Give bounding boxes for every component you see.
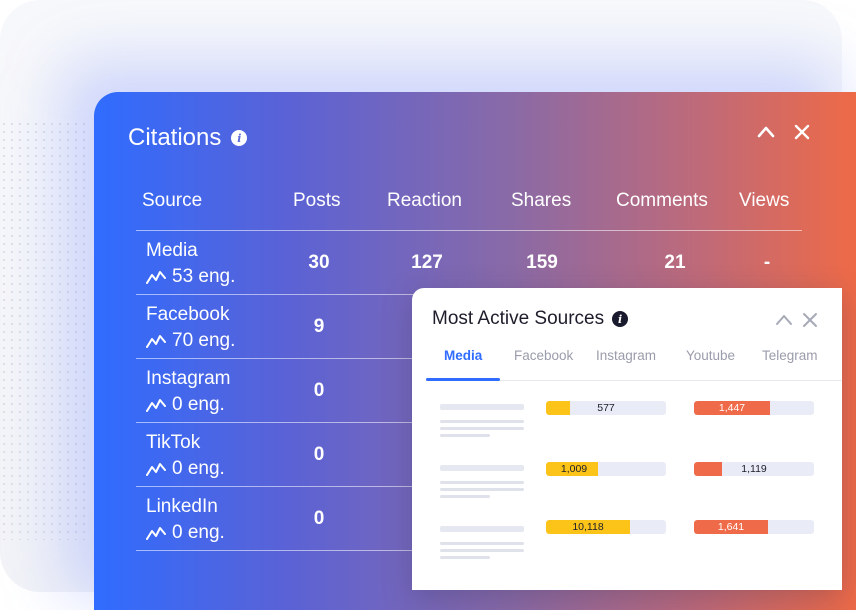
close-icon[interactable] — [792, 122, 812, 142]
collapse-icon[interactable] — [756, 122, 776, 142]
red-bar-value: 1,447 — [718, 402, 746, 414]
views-value: - — [763, 252, 771, 273]
table-header: Source Posts Reaction Shares Comments Vi… — [136, 190, 802, 231]
source-name: Media — [146, 240, 198, 261]
trend-icon — [146, 463, 166, 476]
posts-value: 0 — [313, 380, 325, 401]
source-name: TikTok — [146, 432, 201, 453]
column-header-reaction[interactable]: Reaction — [387, 190, 462, 212]
table-row[interactable]: Media 53 eng. 30 127 159 21 - — [136, 232, 802, 295]
red-bar-value: 1,119 — [741, 463, 767, 475]
tab-youtube[interactable]: Youtube — [686, 348, 735, 363]
info-icon[interactable]: i — [231, 130, 248, 146]
red-bar-value: 1,641 — [717, 521, 745, 533]
column-header-comments[interactable]: Comments — [616, 190, 708, 212]
most-active-window-controls — [774, 310, 820, 330]
most-active-sources-panel: Most Active Sources i Media Facebook Ins… — [412, 288, 842, 590]
most-active-header: Most Active Sources i — [432, 308, 629, 330]
engagement: 0 eng. — [146, 394, 225, 416]
close-icon[interactable] — [800, 310, 820, 330]
engagement: 0 eng. — [146, 522, 225, 544]
list-item[interactable]: 1,009 1,119 — [412, 462, 842, 502]
yellow-bar-value: 577 — [597, 402, 615, 414]
most-active-title: Most Active Sources — [432, 308, 605, 329]
source-name: LinkedIn — [146, 496, 218, 517]
shares-value: 159 — [526, 252, 558, 273]
trend-icon — [146, 335, 166, 348]
yellow-bar: 1,009 — [546, 462, 666, 476]
red-bar: 1,447 — [694, 401, 814, 415]
engagement: 53 eng. — [146, 266, 235, 288]
info-icon[interactable]: i — [612, 311, 629, 327]
red-bar: 1,641 — [694, 520, 814, 534]
yellow-bar-value: 10,118 — [572, 521, 604, 533]
column-header-views[interactable]: Views — [739, 190, 789, 212]
list-item[interactable]: 577 1,447 — [412, 401, 842, 441]
column-header-shares[interactable]: Shares — [511, 190, 571, 212]
source-tabs: Media Facebook Instagram Youtube Telegra… — [426, 346, 842, 381]
citations-title: Citations — [128, 124, 222, 151]
yellow-bar-value: 1,009 — [560, 463, 588, 475]
tab-telegram[interactable]: Telegram — [762, 348, 818, 363]
placeholder-text — [440, 465, 524, 502]
citations-window-controls — [756, 122, 812, 142]
column-header-source[interactable]: Source — [142, 190, 202, 212]
active-tab-indicator — [426, 378, 500, 381]
placeholder-text — [440, 404, 524, 441]
red-bar: 1,119 — [694, 462, 814, 476]
list-item[interactable]: 10,118 1,641 — [412, 520, 842, 560]
yellow-bar: 10,118 — [546, 520, 666, 534]
trend-icon — [146, 527, 166, 540]
engagement-value: 70 eng. — [172, 330, 236, 351]
placeholder-text — [440, 526, 524, 563]
tab-instagram[interactable]: Instagram — [596, 348, 656, 363]
trend-icon — [146, 399, 166, 412]
posts-value: 0 — [313, 508, 325, 529]
posts-value: 30 — [308, 252, 330, 273]
source-name: Facebook — [146, 304, 230, 325]
posts-value: 9 — [313, 316, 325, 337]
engagement-value: 0 eng. — [172, 458, 225, 479]
trend-icon — [146, 271, 166, 284]
column-header-posts[interactable]: Posts — [293, 190, 341, 212]
posts-value: 0 — [313, 444, 325, 465]
tab-facebook[interactable]: Facebook — [514, 348, 573, 363]
collapse-icon[interactable] — [774, 310, 794, 330]
engagement-value: 0 eng. — [172, 522, 225, 543]
tab-media[interactable]: Media — [444, 348, 482, 363]
source-name: Instagram — [146, 368, 231, 389]
engagement: 70 eng. — [146, 330, 235, 352]
engagement: 0 eng. — [146, 458, 225, 480]
engagement-value: 53 eng. — [172, 266, 236, 287]
comments-value: 21 — [664, 252, 686, 273]
engagement-value: 0 eng. — [172, 394, 225, 415]
reaction-value: 127 — [411, 252, 443, 273]
citations-header: Citations i — [128, 124, 248, 152]
yellow-bar: 577 — [546, 401, 666, 415]
